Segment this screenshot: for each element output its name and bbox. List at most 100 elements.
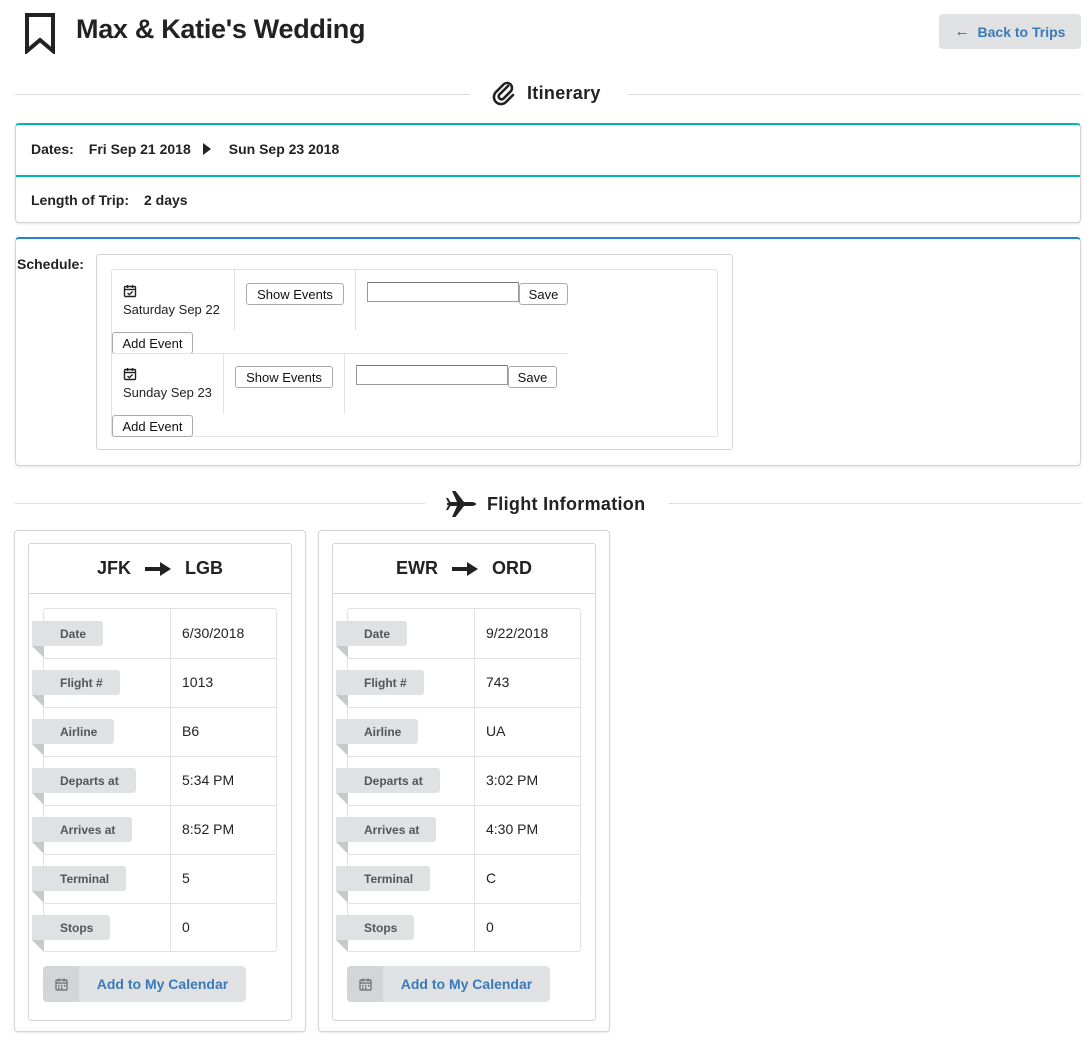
event-name-input[interactable]: [356, 365, 508, 385]
page: Max & Katie's Wedding ← Back to Trips It…: [0, 0, 1092, 1052]
calendar-icon: [358, 978, 372, 991]
table-row: Date 9/22/2018: [336, 609, 580, 659]
destination-airport: LGB: [185, 558, 223, 578]
table-row: Flight # 743: [336, 658, 580, 708]
ribbon-label: Stops: [336, 915, 415, 952]
page-title: Max & Katie's Wedding: [76, 14, 366, 44]
table-row: Date 6/30/2018: [32, 609, 276, 659]
start-date: Fri Sep 21 2018: [88, 141, 191, 157]
ribbon-label: Arrives at: [336, 817, 437, 854]
back-to-trips-label: Back to Trips: [977, 23, 1066, 40]
row-value: UA: [486, 723, 506, 739]
length-label: Length of Trip:: [31, 192, 129, 208]
ribbon-label: Airline: [336, 719, 419, 756]
play-icon: [202, 143, 211, 155]
arrow-right-icon: [145, 561, 171, 576]
itinerary-title: Itinerary: [527, 82, 601, 103]
flight-card: EWR ORD Date 9/22/2018 Flight # 743 Airl…: [318, 530, 610, 1032]
length-row: Length of Trip: 2 days: [31, 190, 188, 210]
flight-card: JFK LGB Date 6/30/2018 Flight # 1013 Air…: [14, 530, 306, 1032]
back-to-trips-button[interactable]: ← Back to Trips: [939, 14, 1081, 49]
table-row: Flight # 1013: [32, 658, 276, 708]
calendar-icon: [54, 978, 68, 991]
length-value: 2 days: [143, 192, 188, 208]
arrow-right-icon: [452, 561, 478, 576]
flight-route: EWR ORD: [333, 544, 595, 594]
ribbon-label: Arrives at: [32, 817, 133, 854]
itinerary-divider: Itinerary: [15, 80, 1081, 110]
table-row: Terminal 5: [32, 854, 276, 904]
table-row: Stops 0: [32, 903, 276, 952]
airplane-icon: [446, 491, 476, 517]
ribbon-label: Date: [336, 621, 408, 658]
row-value: 4:30 PM: [486, 821, 539, 837]
schedule-day: Sunday Sep 23: [123, 367, 212, 400]
row-value: 5:34 PM: [182, 772, 235, 788]
flight-details-table: Date 6/30/2018 Flight # 1013 Airline B6 …: [32, 608, 277, 952]
page-header: Max & Katie's Wedding ← Back to Trips: [0, 0, 1092, 64]
row-value: 1013: [182, 674, 214, 690]
calendar-check-icon: [123, 285, 137, 298]
row-value: 8:52 PM: [182, 821, 235, 837]
show-events-button[interactable]: Show Events: [235, 366, 333, 388]
ribbon-label: Departs at: [336, 768, 440, 805]
schedule-label: Schedule:: [17, 256, 84, 272]
table-row: Arrives at 4:30 PM: [336, 805, 580, 855]
row-value: 6/30/2018: [182, 625, 245, 641]
row-value: 0: [486, 919, 494, 935]
dates-row: Dates: Fri Sep 21 2018 Sun Sep 23 2018: [31, 139, 339, 159]
row-value: C: [486, 870, 497, 886]
table-row: Departs at 3:02 PM: [336, 756, 580, 806]
day-label: Sunday Sep 23: [123, 385, 212, 400]
dates-label: Dates:: [31, 141, 74, 157]
arrow-left-icon: ←: [954, 23, 970, 40]
event-name-input[interactable]: [367, 282, 519, 302]
table-row: Stops 0: [336, 903, 580, 952]
ribbon-label: Date: [32, 621, 104, 658]
add-to-calendar-label: Add to My Calendar: [400, 976, 533, 992]
row-value: 5: [182, 870, 190, 886]
add-to-calendar-label: Add to My Calendar: [96, 976, 229, 992]
save-button[interactable]: Save: [508, 366, 557, 388]
row-value: 9/22/2018: [486, 625, 549, 641]
bookmark-icon: [25, 13, 55, 54]
flight-info-title: Flight Information: [487, 493, 646, 514]
flight-route: JFK LGB: [29, 544, 291, 594]
row-value: B6: [182, 723, 200, 739]
schedule-section: Schedule: Saturday Sep 22 Show Events Sa…: [15, 237, 1081, 466]
ribbon-label: Terminal: [32, 866, 127, 903]
end-date: Sun Sep 23 2018: [228, 141, 340, 157]
row-value: 0: [182, 919, 190, 935]
origin-airport: EWR: [396, 558, 438, 578]
table-row: Terminal C: [336, 854, 580, 904]
ribbon-label: Airline: [32, 719, 115, 756]
ribbon-label: Flight #: [32, 670, 120, 707]
ribbon-label: Terminal: [336, 866, 431, 903]
table-row: Airline UA: [336, 707, 580, 757]
schedule-table: Saturday Sep 22 Show Events Save Add Eve…: [111, 269, 718, 437]
flight-details-table: Date 9/22/2018 Flight # 743 Airline UA D…: [336, 608, 581, 952]
show-events-button[interactable]: Show Events: [246, 283, 344, 305]
schedule-day: Saturday Sep 22: [123, 284, 220, 317]
table-row: Arrives at 8:52 PM: [32, 805, 276, 855]
flight-card-inner: EWR ORD Date 9/22/2018 Flight # 743 Airl…: [332, 543, 596, 1021]
add-to-calendar-button[interactable]: Add to My Calendar: [347, 966, 550, 1002]
flight-card-inner: JFK LGB Date 6/30/2018 Flight # 1013 Air…: [28, 543, 292, 1021]
add-event-button[interactable]: Add Event: [112, 332, 193, 354]
table-row: Airline B6: [32, 707, 276, 757]
ribbon-label: Flight #: [336, 670, 424, 707]
save-button[interactable]: Save: [519, 283, 568, 305]
flight-divider: Flight Information: [15, 489, 1081, 519]
ribbon-label: Stops: [32, 915, 111, 952]
paperclip-icon: [492, 81, 515, 106]
day-label: Saturday Sep 22: [123, 302, 220, 317]
itinerary-summary: Dates: Fri Sep 21 2018 Sun Sep 23 2018 L…: [15, 123, 1081, 223]
add-event-button[interactable]: Add Event: [112, 415, 193, 437]
row-value: 743: [486, 674, 510, 690]
schedule-container: Saturday Sep 22 Show Events Save Add Eve…: [96, 254, 733, 450]
calendar-check-icon: [123, 368, 137, 381]
add-to-calendar-button[interactable]: Add to My Calendar: [43, 966, 246, 1002]
ribbon-label: Departs at: [32, 768, 136, 805]
row-value: 3:02 PM: [486, 772, 539, 788]
destination-airport: ORD: [492, 558, 532, 578]
